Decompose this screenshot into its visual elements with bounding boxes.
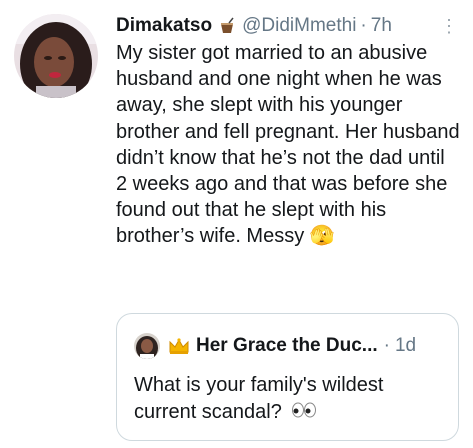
author-handle[interactable]: @DidiMmethi: [242, 14, 356, 38]
separator-dot: ·: [360, 15, 367, 36]
tweet-text: My sister got married to an abusive husb…: [116, 42, 460, 248]
author-name[interactable]: Dimakatso: [116, 14, 212, 38]
quoted-author-avatar[interactable]: [134, 333, 160, 359]
quoted-timestamp[interactable]: 1d: [395, 335, 416, 357]
quoted-tweet-text-block: What is your family's wildest current sc…: [134, 372, 434, 426]
quoted-tweet-text: What is your family's wildest current sc…: [134, 374, 384, 423]
quoted-tweet[interactable]: Her Grace the Duc... · 1d What is your f…: [116, 313, 459, 441]
quoted-avatar-photo: [134, 333, 160, 359]
drink-cup-icon: [218, 17, 236, 35]
crown-icon: [168, 337, 190, 355]
quoted-separator-dot: ·: [383, 335, 390, 356]
tweet-header: Dimakatso @DidiMmethi · 7h ⋮: [116, 14, 459, 38]
quoted-tweet-header: Her Grace the Duc... · 1d: [134, 332, 444, 360]
avatar-photo: [14, 14, 98, 98]
author-avatar[interactable]: [14, 14, 98, 98]
tweet-timestamp[interactable]: 7h: [371, 14, 392, 38]
more-options-icon[interactable]: ⋮: [440, 14, 459, 38]
quoted-author-name[interactable]: Her Grace the Duc...: [196, 335, 378, 357]
eyes-icon: [291, 399, 317, 426]
